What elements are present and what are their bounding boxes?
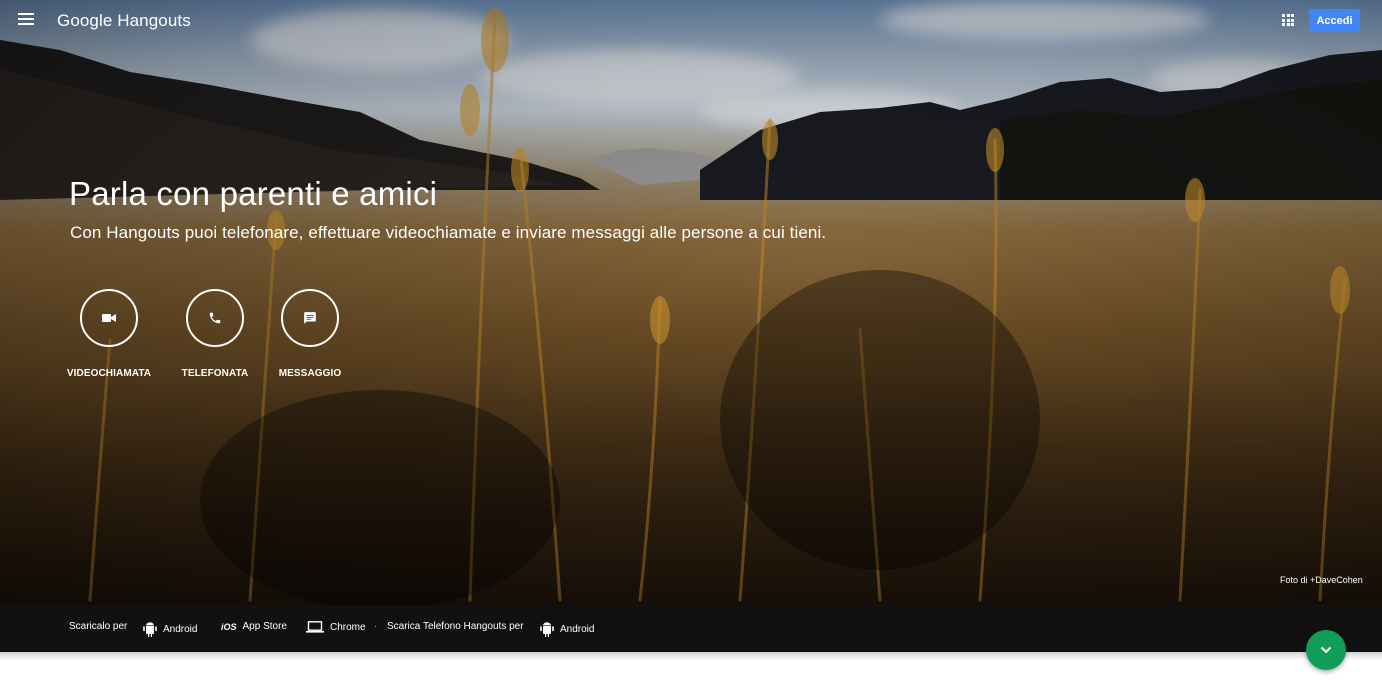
phone-download-android-link[interactable]: Android [540, 621, 594, 637]
videocam-icon [102, 314, 116, 322]
phone-download-text: Scarica Telefono Hangouts per [387, 621, 524, 632]
phone-call-label: TELEFONATA [181, 368, 249, 379]
download-appstore-link[interactable]: iOS App Store [221, 621, 287, 632]
message-circle[interactable] [281, 289, 339, 347]
video-call-button[interactable]: VIDEOCHIAMATA [64, 289, 154, 379]
apps-grid-icon[interactable] [1282, 14, 1294, 26]
separator-dot: · [374, 621, 378, 632]
video-call-label: VIDEOCHIAMATA [66, 368, 152, 379]
page-title: Parla con parenti e amici [69, 175, 438, 212]
download-chrome-label: Chrome [330, 621, 366, 633]
page-subtitle: Con Hangouts puoi telefonare, effettuare… [70, 223, 827, 242]
photo-credit[interactable]: Foto di +DaveCohen [1280, 575, 1363, 585]
signin-button[interactable]: Accedi [1309, 9, 1360, 32]
chevron-down-icon [1320, 646, 1332, 654]
scroll-down-button[interactable] [1306, 630, 1346, 670]
laptop-icon [306, 621, 324, 633]
phone-icon [209, 312, 221, 324]
download-android-label: Android [163, 623, 198, 635]
menu-icon[interactable] [18, 13, 34, 27]
download-bar: Scaricalo per Android iOS App Store Chro… [0, 605, 1382, 652]
android-icon [143, 621, 157, 637]
chat-icon [304, 312, 316, 324]
download-android-link[interactable]: Android [143, 621, 197, 637]
message-button[interactable]: MESSAGGIO [265, 289, 355, 379]
phone-call-button[interactable]: TELEFONATA [170, 289, 260, 379]
phone-download-android-label: Android [560, 623, 595, 635]
message-label: MESSAGGIO [278, 368, 342, 379]
download-appstore-label: App Store [242, 621, 287, 632]
top-bar: Google Hangouts Accedi [0, 0, 1382, 42]
video-call-circle[interactable] [80, 289, 138, 347]
google-hangouts-logo[interactable]: Google Hangouts [57, 11, 191, 31]
download-chrome-link[interactable]: Chrome [306, 621, 366, 633]
content-divider [0, 652, 1382, 660]
android-icon [540, 621, 554, 637]
download-lead-text: Scaricalo per [69, 621, 128, 632]
phone-call-circle[interactable] [186, 289, 244, 347]
ios-icon: iOS [221, 621, 237, 632]
